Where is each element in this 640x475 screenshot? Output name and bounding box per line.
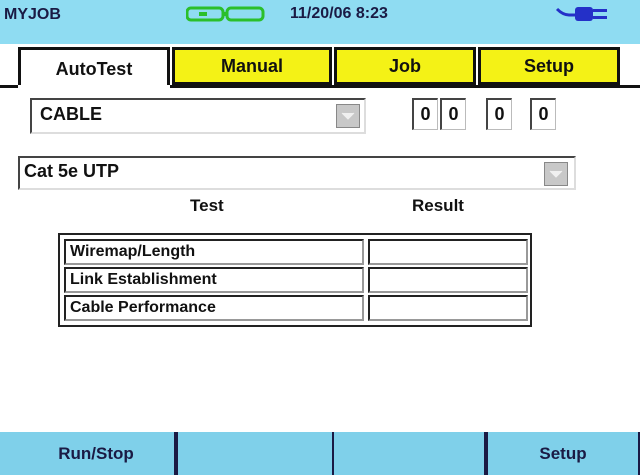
tab-manual[interactable]: Manual [172,47,332,85]
test-name-cell: Cable Performance [64,295,364,321]
tab-setup[interactable]: Setup [478,47,620,85]
battery-icon [186,6,265,22]
tab-label: AutoTest [55,58,133,79]
power-plug-icon [555,7,607,21]
autotest-screen: MYJOB 11/20/06 8:23 AutoTest Manual Job … [0,0,640,475]
column-header-test: Test [190,196,224,215]
counter-digit: 0 [440,98,466,130]
result-cell [368,267,528,293]
softkey-label: Run/Stop [58,443,134,463]
cable-type-dropdown-button[interactable] [544,162,568,186]
tab-autotest[interactable]: AutoTest [18,47,170,88]
results-table: Wiremap/Length Link Establishment Cable … [58,233,532,327]
test-type-select[interactable]: CABLE [30,98,366,134]
softkey-3[interactable] [334,432,486,475]
app-title: MYJOB [4,6,61,23]
setup-softkey[interactable]: Setup [486,432,640,475]
tab-label: Job [388,55,421,76]
counter-digit: 0 [486,98,512,130]
cable-type-select[interactable]: Cat 5e UTP [18,156,576,190]
active-tab-gap [18,85,170,88]
result-cell [368,239,528,265]
test-name-cell: Link Establishment [64,267,364,293]
test-type-dropdown-button[interactable] [336,104,360,128]
table-row: Wiremap/Length [64,239,528,265]
tab-label: Manual [220,55,283,76]
counter-digit: 0 [412,98,438,130]
title-bar: MYJOB 11/20/06 8:23 [0,0,640,44]
table-row: Cable Performance [64,295,528,321]
softkey-label: Setup [539,443,587,463]
softkey-2[interactable] [176,432,334,475]
tab-label: Setup [523,55,574,76]
cable-type-value: Cat 5e UTP [24,161,120,181]
run-stop-softkey[interactable]: Run/Stop [18,432,176,475]
tab-job[interactable]: Job [334,47,476,85]
test-type-value: CABLE [40,104,102,124]
result-cell [368,295,528,321]
table-row: Link Establishment [64,267,528,293]
counter-digit: 0 [530,98,556,130]
chevron-down-icon [341,112,355,120]
datetime: 11/20/06 8:23 [290,5,388,22]
column-header-result: Result [412,196,464,215]
test-name-cell: Wiremap/Length [64,239,364,265]
chevron-down-icon [549,170,563,178]
